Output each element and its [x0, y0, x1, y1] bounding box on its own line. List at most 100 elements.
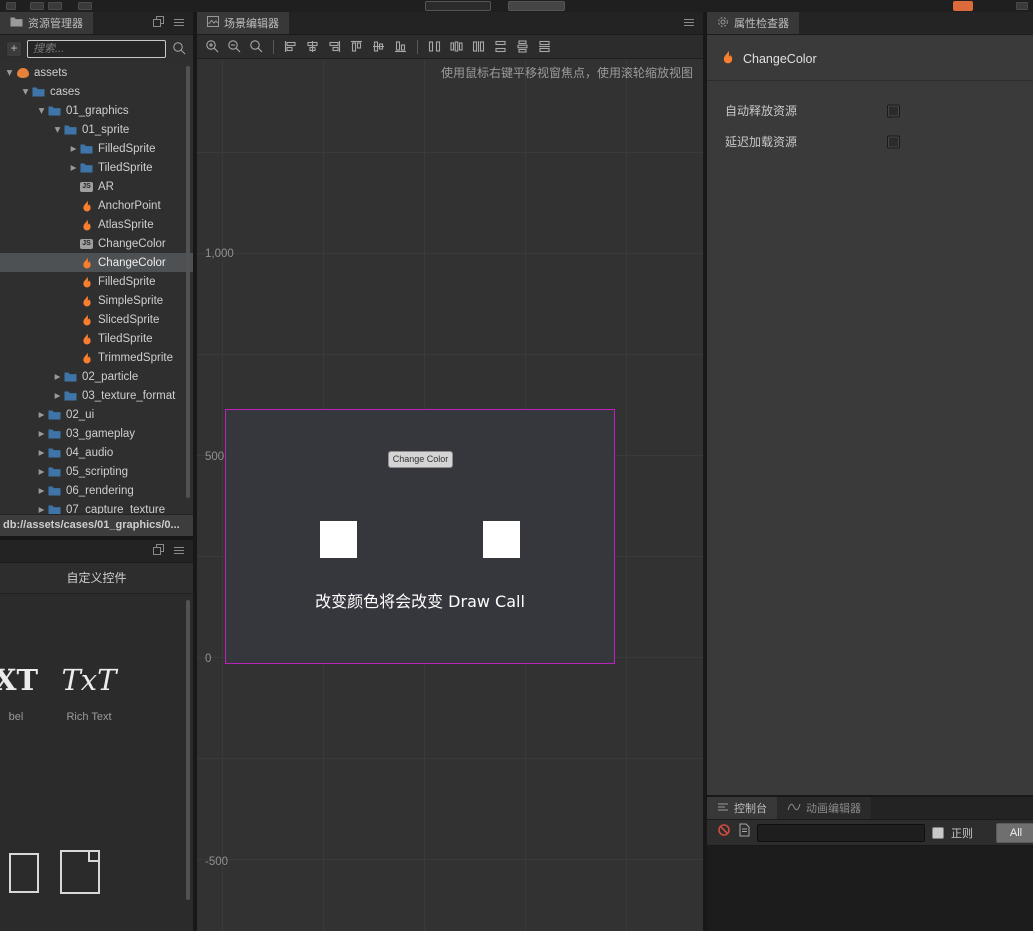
scene-viewport[interactable]: 使用鼠标右键平移视窗焦点，使用滚轮缩放视图 1,000 500 0 -500 Chan… [197, 60, 703, 931]
panel-menu-icon[interactable] [173, 14, 185, 32]
tree-item-03_gameplay[interactable]: ▶ 03_gameplay [0, 424, 193, 443]
log-level-filter-dropdown[interactable]: All [996, 823, 1033, 843]
field-checkbox[interactable] [887, 135, 900, 148]
expand-arrow-icon[interactable]: ▶ [36, 448, 47, 457]
tree-item-03_texture_format[interactable]: ▶ 03_texture_format [0, 386, 193, 405]
expand-arrow-icon[interactable]: ▶ [36, 410, 47, 419]
tree-item-assets[interactable]: ▼ assets [0, 63, 193, 82]
panel-menu-icon[interactable] [173, 542, 185, 560]
expand-arrow-icon[interactable]: ▶ [36, 429, 47, 438]
distribute-left-icon[interactable] [426, 38, 443, 55]
tree-item-cases[interactable]: ▼ cases [0, 82, 193, 101]
tab-console[interactable]: 控制台 [707, 797, 777, 819]
sliced-sprite-icon[interactable] [9, 853, 39, 893]
collapse-arrow-icon[interactable]: ▼ [4, 68, 15, 77]
collapse-arrow-icon[interactable]: ▼ [36, 106, 47, 115]
collapse-arrow-icon[interactable]: ▼ [52, 125, 63, 134]
axis-label: 500 [205, 451, 225, 463]
tree-item-04_audio[interactable]: ▶ 04_audio [0, 443, 193, 462]
zoom-in-icon[interactable] [204, 38, 221, 55]
tree-item-ChangeColor[interactable]: JS ChangeColor [0, 234, 193, 253]
distribute-right-icon[interactable] [470, 38, 487, 55]
tree-item-TiledSprite[interactable]: ▶ TiledSprite [0, 158, 193, 177]
expand-arrow-icon[interactable]: ▶ [52, 391, 63, 400]
regex-checkbox[interactable] [932, 826, 944, 839]
widgets-title[interactable]: 自定义控件 [0, 563, 193, 594]
tab-scene[interactable]: 场景编辑器 [197, 12, 289, 34]
tree-item-FilledSprite[interactable]: FilledSprite [0, 272, 193, 291]
tab-animation-editor[interactable]: 动画编辑器 [777, 797, 871, 819]
tree-item-SlicedSprite[interactable]: SlicedSprite [0, 310, 193, 329]
zoom-reset-icon[interactable] [248, 38, 265, 55]
assets-tab-icon [10, 16, 23, 30]
expand-arrow-icon[interactable]: ▶ [36, 486, 47, 495]
widgets-scrollbar[interactable] [186, 600, 190, 900]
tree-item-02_ui[interactable]: ▶ 02_ui [0, 405, 193, 424]
top-toolbar-button[interactable] [425, 1, 491, 11]
zoom-out-icon[interactable] [226, 38, 243, 55]
align-left-icon[interactable] [282, 38, 299, 55]
expand-arrow-icon[interactable]: ▶ [68, 163, 79, 172]
top-toolbar-accent-button[interactable] [953, 1, 973, 11]
field-checkbox[interactable] [887, 104, 900, 117]
tree-item-ChangeColor[interactable]: ChangeColor [0, 253, 193, 272]
widget-item[interactable]: TxT Rich Text [44, 665, 134, 723]
top-toolbar-icon[interactable] [1016, 2, 1028, 10]
tree-item-06_rendering[interactable]: ▶ 06_rendering [0, 481, 193, 500]
tree-item-AnchorPoint[interactable]: AnchorPoint [0, 196, 193, 215]
search-icon[interactable] [171, 41, 187, 56]
tree-item-05_scripting[interactable]: ▶ 05_scripting [0, 462, 193, 481]
float-panel-icon[interactable] [153, 14, 164, 32]
scene-tab-icon [207, 16, 219, 30]
align-h-center-icon[interactable] [304, 38, 321, 55]
align-top-icon[interactable] [348, 38, 365, 55]
tab-inspector[interactable]: 属性检查器 [707, 12, 799, 34]
assets-scrollbar[interactable] [186, 66, 190, 498]
expand-arrow-icon[interactable]: ▶ [68, 144, 79, 153]
top-toolbar-button[interactable] [508, 1, 565, 11]
top-toolbar-icon[interactable] [78, 2, 92, 10]
expand-arrow-icon[interactable]: ▶ [36, 505, 47, 514]
tree-item-07_capture_texture[interactable]: ▶ 07_capture_texture [0, 500, 193, 514]
widget-label: Rich Text [66, 711, 112, 723]
tree-item-TiledSprite[interactable]: TiledSprite [0, 329, 193, 348]
tab-assets[interactable]: 资源管理器 [0, 12, 93, 34]
tree-item-FilledSprite[interactable]: ▶ FilledSprite [0, 139, 193, 158]
align-v-center-icon[interactable] [370, 38, 387, 55]
sprite-node-left[interactable] [320, 521, 357, 558]
align-bottom-icon[interactable] [392, 38, 409, 55]
console-filter-input[interactable] [757, 823, 925, 842]
tree-item-AR[interactable]: JS AR [0, 177, 193, 196]
widget-preview: XT [0, 663, 39, 697]
top-toolbar-icon[interactable] [48, 2, 62, 10]
tree-item-01_sprite[interactable]: ▼ 01_sprite [0, 120, 193, 139]
sliced-sprite-icon[interactable] [60, 850, 100, 894]
expand-arrow-icon[interactable]: ▶ [36, 467, 47, 476]
sprite-node-right[interactable] [483, 521, 520, 558]
tree-item-TrimmedSprite[interactable]: TrimmedSprite [0, 348, 193, 367]
panel-menu-icon[interactable] [683, 14, 695, 32]
distribute-bottom-icon[interactable] [536, 38, 553, 55]
distribute-v-center-icon[interactable] [514, 38, 531, 55]
add-asset-button[interactable]: + [6, 40, 22, 57]
console-output[interactable] [707, 847, 1033, 931]
float-panel-icon[interactable] [153, 542, 164, 560]
change-color-button[interactable]: Change Color [388, 451, 453, 468]
top-toolbar-icon[interactable] [30, 2, 44, 10]
log-file-icon[interactable] [738, 823, 750, 842]
top-toolbar-icon[interactable] [6, 2, 16, 10]
widget-item[interactable]: XT bel [0, 665, 46, 723]
clear-console-icon[interactable] [717, 823, 731, 842]
scene-canvas[interactable]: Change Color 改变颜色将会改变 Draw Call [225, 409, 615, 664]
tree-item-01_graphics[interactable]: ▼ 01_graphics [0, 101, 193, 120]
tree-item-label: AtlasSprite [98, 218, 154, 231]
collapse-arrow-icon[interactable]: ▼ [20, 87, 31, 96]
tree-item-AtlasSprite[interactable]: AtlasSprite [0, 215, 193, 234]
tree-item-02_particle[interactable]: ▶ 02_particle [0, 367, 193, 386]
search-input[interactable] [27, 39, 166, 58]
expand-arrow-icon[interactable]: ▶ [52, 372, 63, 381]
distribute-h-center-icon[interactable] [448, 38, 465, 55]
tree-item-SimpleSprite[interactable]: SimpleSprite [0, 291, 193, 310]
distribute-top-icon[interactable] [492, 38, 509, 55]
align-right-icon[interactable] [326, 38, 343, 55]
